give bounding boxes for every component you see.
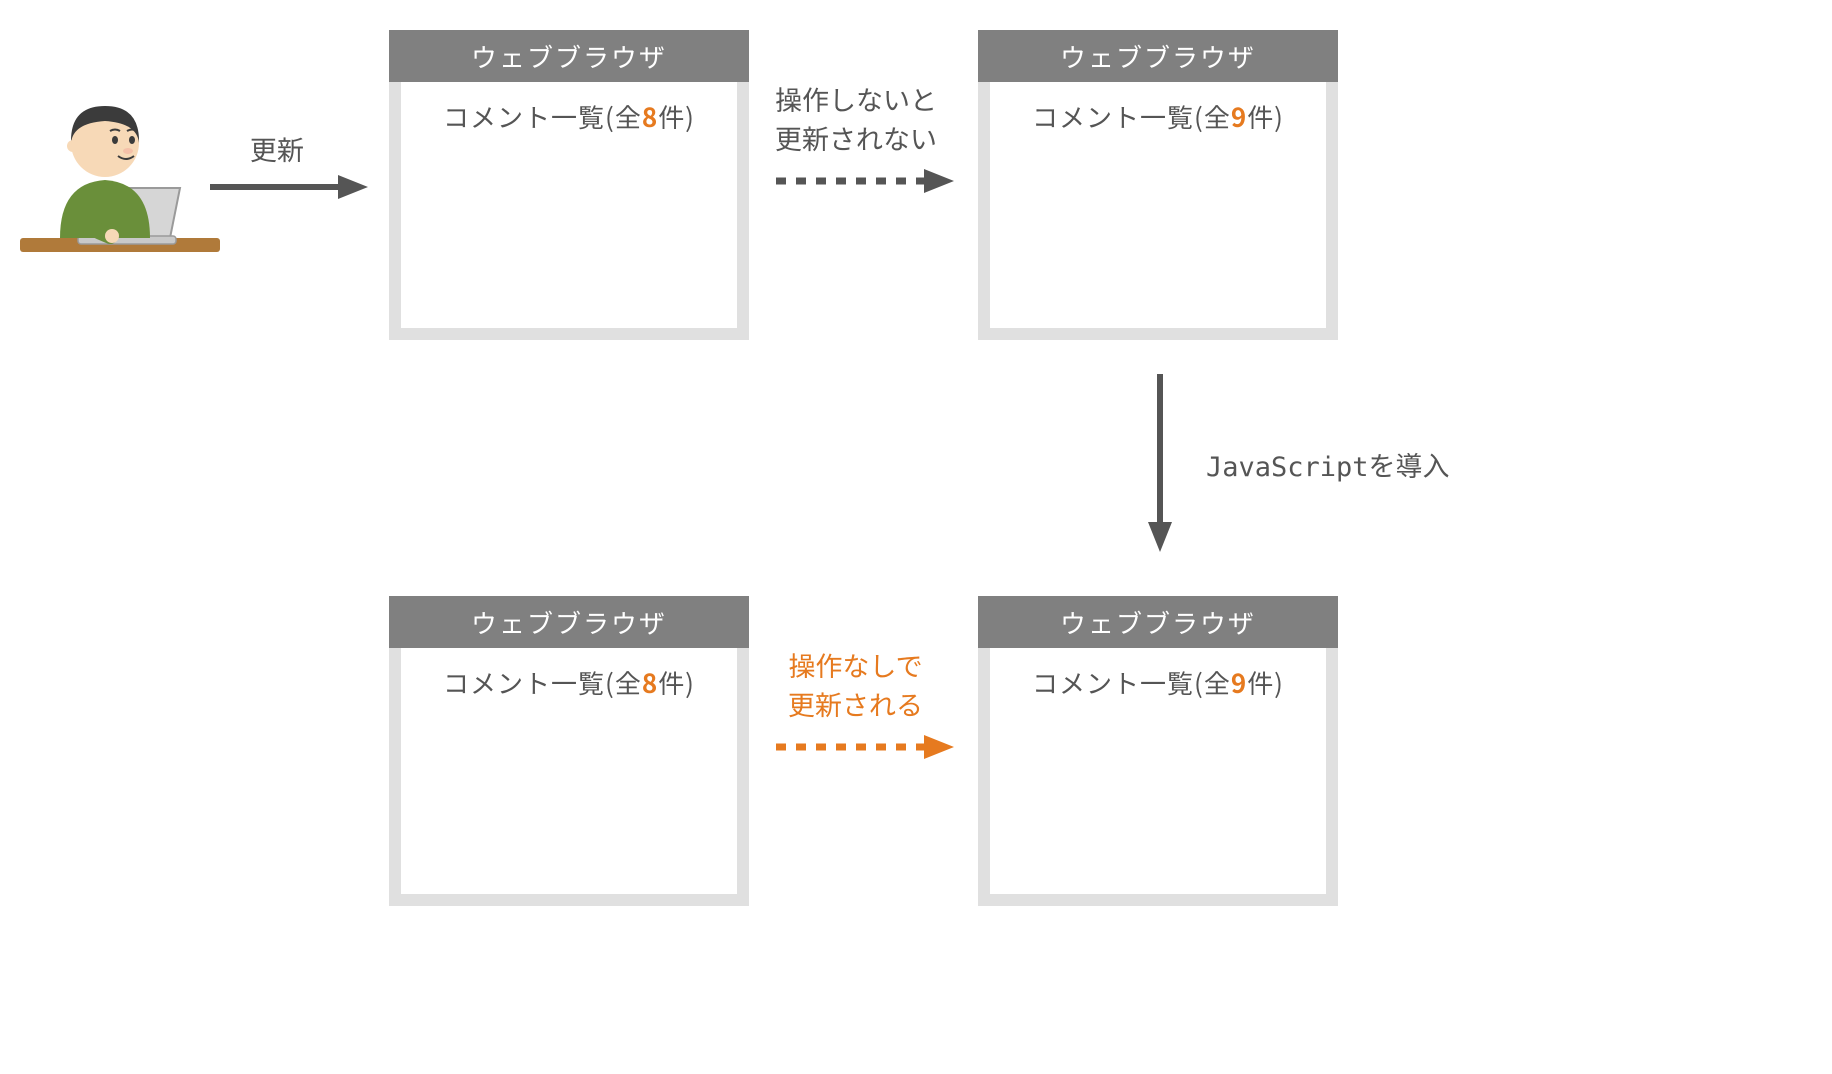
comment-count: 8 bbox=[642, 98, 658, 135]
label-no-update-line2: 更新されない bbox=[775, 118, 937, 157]
label-no-update-line1: 操作しないと bbox=[775, 79, 937, 118]
browser-title: ウェブブラウザ bbox=[389, 596, 749, 648]
label-auto-update-line2: 更新される bbox=[788, 684, 923, 723]
comment-count: 9 bbox=[1231, 664, 1247, 701]
browser-title: ウェブブラウザ bbox=[978, 30, 1338, 82]
browser-title: ウェブブラウザ bbox=[978, 596, 1338, 648]
arrow-dashed-right-orange bbox=[776, 732, 956, 762]
comment-prefix: コメント一覧(全 bbox=[1032, 664, 1231, 701]
label-auto-update-line1: 操作なしで bbox=[788, 645, 922, 684]
browser-box-bottom-left: ウェブブラウザ コメント一覧(全8件) bbox=[389, 596, 749, 906]
comment-line: コメント一覧(全8件) bbox=[401, 664, 737, 701]
browser-body: コメント一覧(全9件) bbox=[978, 648, 1338, 906]
label-javascript: JavaScriptを導入 bbox=[1206, 445, 1450, 484]
comment-suffix: 件) bbox=[658, 98, 695, 135]
browser-body: コメント一覧(全9件) bbox=[978, 82, 1338, 340]
browser-box-bottom-right: ウェブブラウザ コメント一覧(全9件) bbox=[978, 596, 1338, 906]
browser-body: コメント一覧(全8件) bbox=[389, 82, 749, 340]
comment-suffix: 件) bbox=[1247, 664, 1284, 701]
comment-prefix: コメント一覧(全 bbox=[1032, 98, 1231, 135]
label-no-update: 操作しないと 更新されない bbox=[775, 79, 937, 157]
comment-line: コメント一覧(全9件) bbox=[990, 664, 1326, 701]
comment-suffix: 件) bbox=[1247, 98, 1284, 135]
user-illustration bbox=[20, 88, 220, 288]
arrow-dashed-right-gray bbox=[776, 166, 956, 196]
comment-count: 8 bbox=[642, 664, 658, 701]
comment-count: 9 bbox=[1231, 98, 1247, 135]
comment-line: コメント一覧(全9件) bbox=[990, 98, 1326, 135]
diagram-stage: 更新 ウェブブラウザ コメント一覧(全8件) 操作しないと 更新されない ウェブ… bbox=[0, 0, 1832, 1074]
arrow-solid-right-1 bbox=[210, 172, 370, 202]
arrow-solid-down bbox=[1140, 374, 1180, 554]
label-auto-update: 操作なしで 更新される bbox=[788, 645, 923, 723]
browser-title: ウェブブラウザ bbox=[389, 30, 749, 82]
comment-prefix: コメント一覧(全 bbox=[443, 664, 642, 701]
label-update: 更新 bbox=[250, 129, 304, 168]
comment-suffix: 件) bbox=[658, 664, 695, 701]
browser-box-top-right: ウェブブラウザ コメント一覧(全9件) bbox=[978, 30, 1338, 340]
comment-line: コメント一覧(全8件) bbox=[401, 98, 737, 135]
browser-box-top-left: ウェブブラウザ コメント一覧(全8件) bbox=[389, 30, 749, 340]
comment-prefix: コメント一覧(全 bbox=[443, 98, 642, 135]
browser-body: コメント一覧(全8件) bbox=[389, 648, 749, 906]
